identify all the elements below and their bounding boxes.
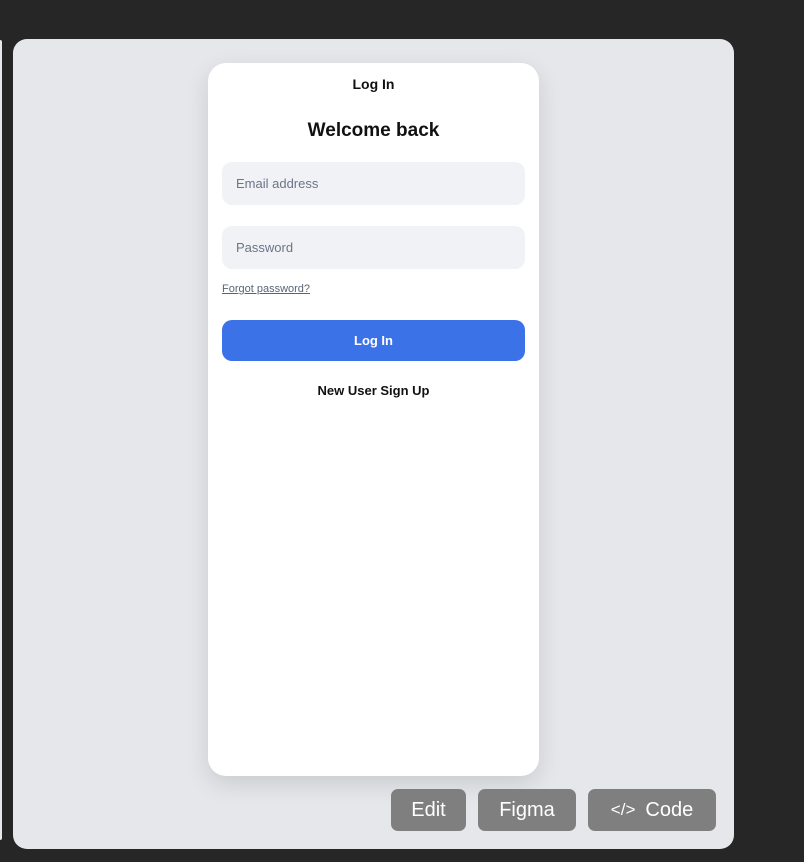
edit-label: Edit <box>411 798 446 821</box>
code-label: Code <box>645 798 694 821</box>
figma-button[interactable]: Figma <box>478 789 576 831</box>
left-edge-panel <box>0 40 2 840</box>
forgot-password-link[interactable]: Forgot password? <box>222 283 310 295</box>
edit-button[interactable]: Edit <box>391 789 466 831</box>
welcome-heading: Welcome back <box>307 120 440 141</box>
password-input[interactable] <box>222 226 525 269</box>
email-input[interactable] <box>222 162 525 205</box>
signup-link[interactable]: New User Sign Up <box>208 383 539 398</box>
screen-title: Log In <box>352 76 395 92</box>
login-button[interactable]: Log In <box>222 320 525 361</box>
code-button[interactable]: </> Code <box>588 789 716 831</box>
login-screen: Log In Welcome back Forgot password? Log… <box>208 63 539 776</box>
code-icon: </> <box>610 800 636 819</box>
figma-label: Figma <box>499 798 555 821</box>
